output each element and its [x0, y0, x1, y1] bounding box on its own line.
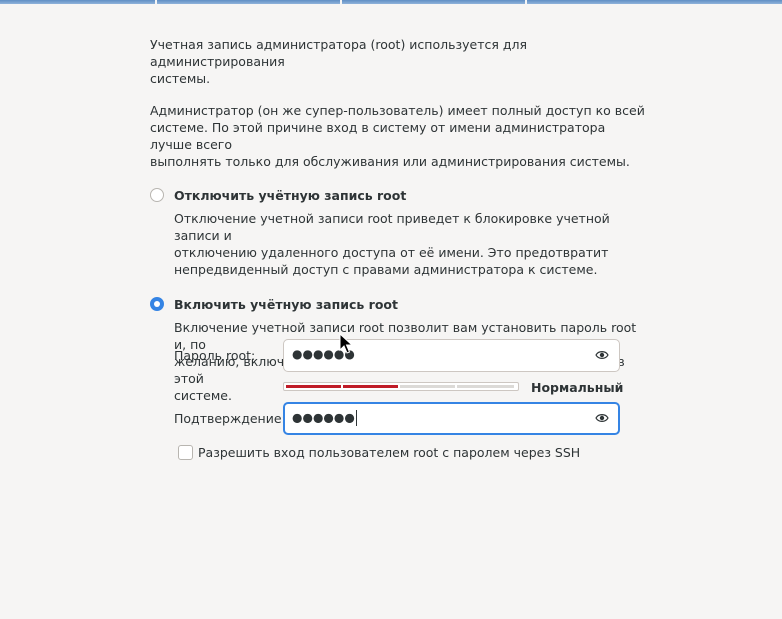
text-caret [355, 410, 357, 426]
eye-icon[interactable] [595, 412, 609, 424]
top-progress-strip [0, 0, 782, 4]
strength-segment-1 [286, 385, 341, 388]
password-strength-label: Нормальный [531, 380, 624, 395]
option-disable-root[interactable]: Отключить учётную запись root Отключение… [150, 188, 650, 278]
option-enable-root-title: Включить учётную запись root [174, 297, 398, 312]
ssh-root-login-label[interactable]: Разрешить вход пользователем root с паро… [198, 445, 580, 461]
intro-paragraph-1: Учетная запись администратора (root) исп… [150, 37, 528, 86]
radio-enable-root[interactable] [150, 297, 164, 311]
confirm-password-value: ●●●●●● [292, 410, 357, 426]
strength-segment-4 [457, 385, 514, 388]
intro-paragraph-2: Администратор (он же супер-пользователь)… [150, 103, 645, 169]
password-label: Пароль root: [174, 348, 256, 363]
radio-disable-root[interactable] [150, 188, 164, 202]
option-disable-root-description: Отключение учетной записи root приведет … [174, 211, 610, 277]
password-strength-meter [283, 382, 519, 391]
option-disable-root-title: Отключить учётную запись root [174, 188, 407, 203]
strength-segment-2 [343, 385, 398, 388]
ssh-root-login-checkbox[interactable] [178, 445, 193, 460]
strength-segment-3 [400, 385, 455, 388]
confirm-label: Подтверждение: [174, 411, 286, 426]
mouse-cursor-icon [339, 333, 353, 354]
confirm-password-field[interactable]: ●●●●●● [283, 402, 620, 435]
password-field[interactable]: ●●●●●● [283, 339, 620, 372]
eye-icon[interactable] [595, 349, 609, 361]
